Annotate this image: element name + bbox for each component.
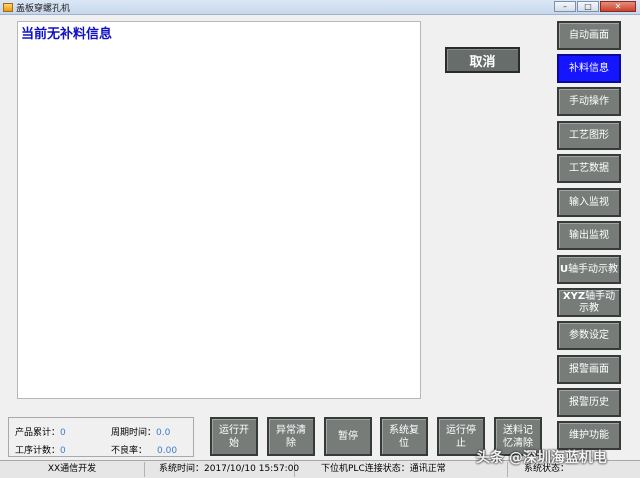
nav-parameter-settings[interactable]: 参数设定 xyxy=(557,321,621,350)
cancel-button[interactable]: 取消 xyxy=(445,47,520,73)
status-system-time: 系统时间：2017/10/10 15:57:00 xyxy=(145,462,299,477)
nav-process-graphics[interactable]: 工艺图形 xyxy=(557,121,621,150)
nav-u-axis-teach[interactable]: U轴手动示教 xyxy=(557,255,621,284)
nav-replenish-info[interactable]: 补料信息 xyxy=(557,54,621,83)
title-bar: 盖板穿螺孔机 – □ ✕ xyxy=(0,0,640,15)
run-start-button[interactable]: 运行开始 xyxy=(210,417,258,456)
window-controls: – □ ✕ xyxy=(554,1,636,12)
status-developer: XX通信开发 xyxy=(0,462,145,477)
close-button[interactable]: ✕ xyxy=(600,1,636,12)
nav-output-monitor[interactable]: 输出监视 xyxy=(557,221,621,250)
production-stats: 产品累计：0 周期时间：0.0 工序计数：0 不良率： 0.00 xyxy=(8,417,194,457)
info-message: 当前无补料信息 xyxy=(21,27,113,42)
replenish-info-panel: 当前无补料信息 xyxy=(17,21,421,399)
system-reset-button[interactable]: 系统复位 xyxy=(380,417,428,456)
app-icon xyxy=(3,2,13,12)
pause-button[interactable]: 暂停 xyxy=(324,417,372,456)
watermark-text: 头条 @深圳海蓝机电 xyxy=(476,450,607,466)
stat-process-count: 工序计数：0 xyxy=(15,446,66,456)
stat-cycle-time: 周期时间：0.0 xyxy=(111,428,171,438)
nav-manual-operation[interactable]: 手动操作 xyxy=(557,87,621,116)
nav-alarm-screen[interactable]: 报警画面 xyxy=(557,355,621,384)
window-title: 盖板穿螺孔机 xyxy=(16,3,71,14)
nav-auto-screen[interactable]: 自动画面 xyxy=(557,21,621,50)
clear-fault-button[interactable]: 异常清除 xyxy=(267,417,315,456)
nav-process-data[interactable]: 工艺数据 xyxy=(557,154,621,183)
nav-xyz-axis-teach[interactable]: XYZ轴手动示教 xyxy=(557,288,621,317)
stat-product-total: 产品累计：0 xyxy=(15,428,66,438)
nav-input-monitor[interactable]: 输入监视 xyxy=(557,188,621,217)
maximize-button[interactable]: □ xyxy=(577,1,599,12)
minimize-button[interactable]: – xyxy=(554,1,576,12)
nav-alarm-history[interactable]: 报警历史 xyxy=(557,388,621,417)
stat-defect-rate: 不良率： 0.00 xyxy=(111,446,178,456)
nav-maintenance[interactable]: 维护功能 xyxy=(557,421,621,450)
